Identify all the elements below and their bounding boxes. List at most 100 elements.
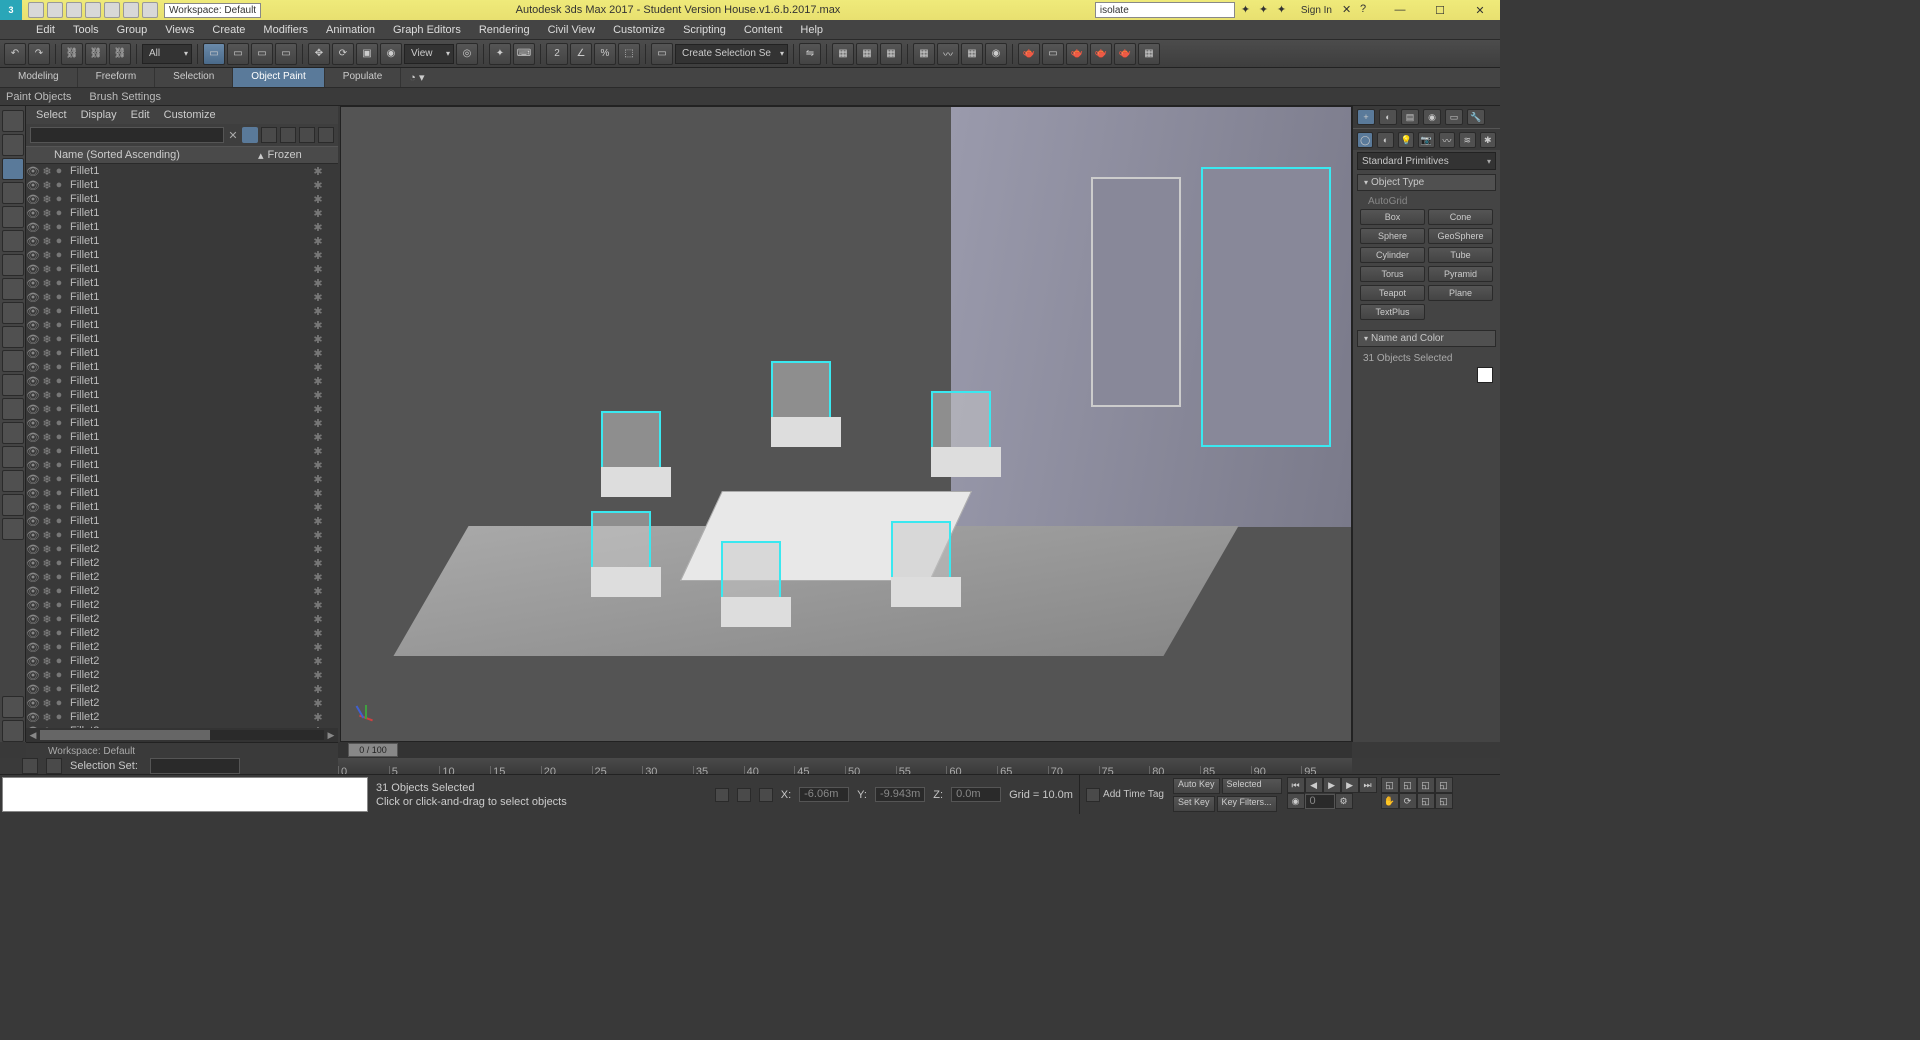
visibility-icon[interactable]: 👁 [26, 599, 40, 612]
window-crossing-button[interactable]: ▭ [275, 43, 297, 65]
prev-frame-button[interactable]: ◀ [1305, 777, 1323, 793]
freeze-icon[interactable]: ❄ [40, 585, 54, 598]
maximize-button[interactable]: ☐ [1420, 0, 1460, 20]
scene-list[interactable]: 👁❄●Fillet1✱👁❄●Fillet1✱👁❄●Fillet1✱👁❄●Fill… [26, 164, 338, 728]
render-iter-button[interactable]: 🫖 [1090, 43, 1112, 65]
scene-row[interactable]: 👁❄●Fillet1✱ [26, 234, 338, 248]
visibility-icon[interactable]: 👁 [26, 641, 40, 654]
keyboard-shortcut-button[interactable]: ⌨ [513, 43, 535, 65]
qat-redo-icon[interactable] [104, 2, 120, 18]
scene-row[interactable]: 👁❄●Fillet2✱ [26, 696, 338, 710]
visibility-icon[interactable]: 👁 [26, 389, 40, 402]
freeze-icon[interactable]: ❄ [40, 431, 54, 444]
freeze-icon[interactable]: ❄ [40, 375, 54, 388]
select-region-button[interactable]: ▭ [251, 43, 273, 65]
material-editor-button[interactable]: ◉ [985, 43, 1007, 65]
spinner-snap-button[interactable]: ⬚ [618, 43, 640, 65]
ribbon-tab-selection[interactable]: Selection [155, 68, 233, 87]
time-slider-handle[interactable]: 0 / 100 [348, 743, 398, 757]
visibility-icon[interactable]: 👁 [26, 221, 40, 234]
freeze-icon[interactable]: ❄ [40, 305, 54, 318]
name-color-header[interactable]: Name and Color [1357, 330, 1496, 347]
primitive-torus[interactable]: Torus [1360, 266, 1425, 282]
visibility-icon[interactable]: 👁 [26, 557, 40, 570]
freeze-icon[interactable]: ❄ [40, 515, 54, 528]
menu-grapheditors[interactable]: Graph Editors [385, 22, 469, 38]
scene-filter-icon[interactable] [242, 127, 258, 143]
exchange-icon[interactable]: ✦ [1259, 3, 1273, 17]
qat-link-icon[interactable] [123, 2, 139, 18]
visibility-icon[interactable]: 👁 [26, 319, 40, 332]
lt-scene-explorer-icon[interactable] [2, 158, 24, 180]
freeze-icon[interactable]: ❄ [40, 627, 54, 640]
snap-percent-button[interactable]: % [594, 43, 616, 65]
lt-camera-icon[interactable] [2, 206, 24, 228]
select-name-button[interactable]: ▭ [227, 43, 249, 65]
visibility-icon[interactable]: 👁 [26, 697, 40, 710]
scene-row[interactable]: 👁❄●Fillet1✱ [26, 374, 338, 388]
lt-frozen-icon[interactable] [2, 374, 24, 396]
helpers-icon[interactable]: 〰 [1439, 132, 1455, 148]
time-config-icon[interactable] [1086, 788, 1100, 802]
mirror-button[interactable]: ⇋ [799, 43, 821, 65]
add-time-tag[interactable]: Add Time Tag [1103, 789, 1164, 800]
unlink-button[interactable]: ⛓ [85, 43, 107, 65]
lights-icon[interactable]: 💡 [1398, 132, 1414, 148]
create-tab-icon[interactable]: + [1357, 109, 1375, 125]
visibility-icon[interactable]: 👁 [26, 655, 40, 668]
qat-new-icon[interactable] [28, 2, 44, 18]
visibility-icon[interactable]: 👁 [26, 235, 40, 248]
lt-group-icon[interactable] [2, 278, 24, 300]
menu-tools[interactable]: Tools [65, 22, 107, 38]
freeze-icon[interactable]: ❄ [40, 235, 54, 248]
freeze-icon[interactable]: ❄ [40, 529, 54, 542]
scene-row[interactable]: 👁❄●Fillet1✱ [26, 248, 338, 262]
scene-row[interactable]: 👁❄●Fillet2✱ [26, 570, 338, 584]
qat-open-icon[interactable] [47, 2, 63, 18]
snap-2d-button[interactable]: 2 [546, 43, 568, 65]
primitive-box[interactable]: Box [1360, 209, 1425, 225]
vp-orbit-icon[interactable]: ⟳ [1399, 793, 1417, 809]
render-setup-button[interactable]: 🫖 [1018, 43, 1040, 65]
visibility-icon[interactable]: 👁 [26, 207, 40, 220]
x-coord-input[interactable]: -6.06m [799, 787, 849, 802]
move-button[interactable]: ✥ [308, 43, 330, 65]
hierarchy-tab-icon[interactable]: ▤ [1401, 109, 1419, 125]
scene-row[interactable]: 👁❄●Fillet1✱ [26, 262, 338, 276]
vp-fov-icon[interactable]: ◱ [1435, 777, 1453, 793]
visibility-icon[interactable]: 👁 [26, 305, 40, 318]
primitive-plane[interactable]: Plane [1428, 285, 1493, 301]
user-icon[interactable]: ✦ [1277, 3, 1291, 17]
scene-row[interactable]: 👁❄●Fillet1✱ [26, 500, 338, 514]
freeze-icon[interactable]: ❄ [40, 417, 54, 430]
visibility-icon[interactable]: 👁 [26, 249, 40, 262]
time-config-button[interactable]: ⚙ [1335, 793, 1353, 809]
scene-row[interactable]: 👁❄●Fillet1✱ [26, 304, 338, 318]
primitive-geosphere[interactable]: GeoSphere [1428, 228, 1493, 244]
scene-menu-edit[interactable]: Edit [131, 109, 150, 121]
selection-set-dropdown[interactable] [150, 758, 240, 774]
visibility-icon[interactable]: 👁 [26, 711, 40, 724]
menu-scripting[interactable]: Scripting [675, 22, 734, 38]
visibility-icon[interactable]: 👁 [26, 627, 40, 640]
scene-row[interactable]: 👁❄●Fillet1✱ [26, 486, 338, 500]
layer-explorer-button[interactable]: ▦ [880, 43, 902, 65]
scene-row[interactable]: 👁❄●Fillet1✱ [26, 178, 338, 192]
menu-edit[interactable]: Edit [28, 22, 63, 38]
scene-row[interactable]: 👁❄●Fillet2✱ [26, 640, 338, 654]
primitive-sphere[interactable]: Sphere [1360, 228, 1425, 244]
lt-xref-icon[interactable] [2, 350, 24, 372]
utilities-tab-icon[interactable]: 🔧 [1467, 109, 1485, 125]
scene-row[interactable]: 👁❄●Fillet2✱ [26, 556, 338, 570]
lt-light-icon[interactable] [2, 182, 24, 204]
scene-row[interactable]: 👁❄●Fillet1✱ [26, 164, 338, 178]
scene-row[interactable]: 👁❄●Fillet1✱ [26, 416, 338, 430]
lt-select-icon[interactable] [2, 134, 24, 156]
lt-container-icon[interactable] [2, 326, 24, 348]
menu-views[interactable]: Views [157, 22, 202, 38]
help-icon[interactable]: ? [1360, 3, 1374, 17]
primitive-cylinder[interactable]: Cylinder [1360, 247, 1425, 263]
redo-button[interactable]: ↷ [28, 43, 50, 65]
freeze-icon[interactable]: ❄ [40, 543, 54, 556]
render-active-button[interactable]: 🫖 [1114, 43, 1136, 65]
